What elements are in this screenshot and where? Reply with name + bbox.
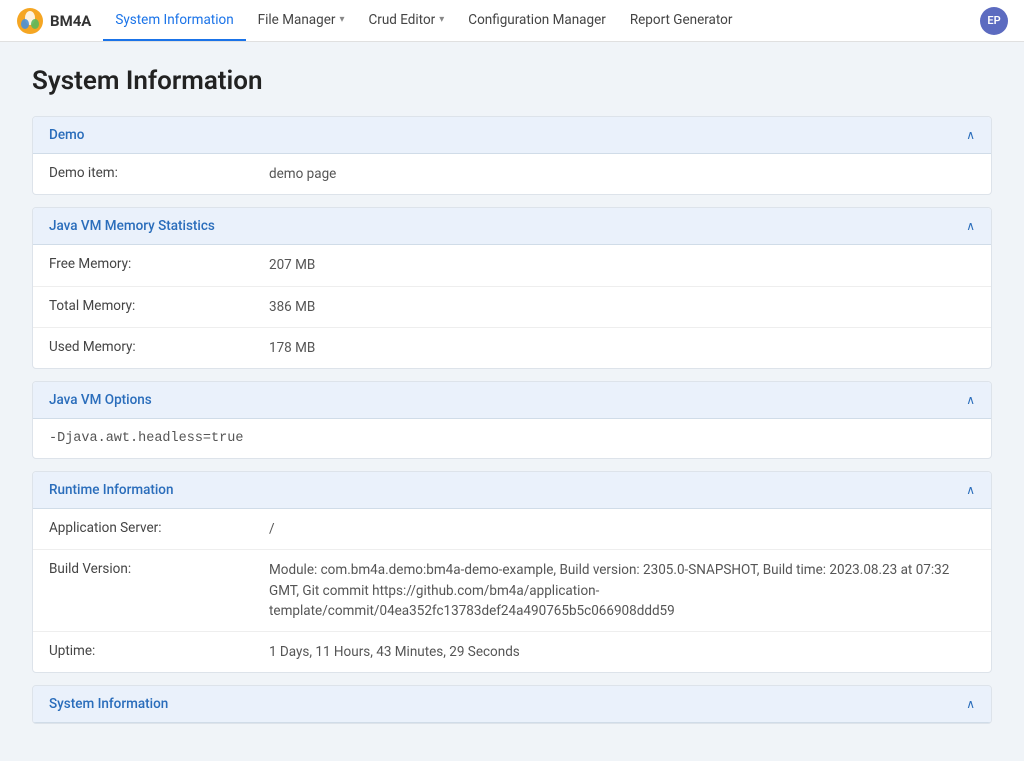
info-value-used-memory: 178 MB (269, 338, 975, 358)
info-row-build-version: Build Version: Module: com.bm4a.demo:bm4… (33, 550, 991, 632)
chevron-up-icon: ∧ (966, 697, 975, 711)
nav-item-crud-editor[interactable]: Crud Editor ▾ (356, 0, 456, 41)
section-header-jvm-memory[interactable]: Java VM Memory Statistics ∧ (33, 208, 991, 245)
info-label-uptime: Uptime: (49, 642, 269, 659)
section-jvm-memory: Java VM Memory Statistics ∧ Free Memory:… (32, 207, 992, 369)
info-row-app-server: Application Server: / (33, 509, 991, 550)
info-value-uptime: 1 Days, 11 Hours, 43 Minutes, 29 Seconds (269, 642, 975, 662)
logo-icon (16, 7, 44, 35)
section-demo: Demo ∧ Demo item: demo page (32, 116, 992, 195)
info-row-free-memory: Free Memory: 207 MB (33, 245, 991, 286)
section-title-demo: Demo (49, 127, 84, 143)
section-jvm-options: Java VM Options ∧ -Djava.awt.headless=tr… (32, 381, 992, 459)
avatar[interactable]: EP (980, 7, 1008, 35)
info-value-demo-item: demo page (269, 164, 975, 184)
info-label-free-memory: Free Memory: (49, 255, 269, 272)
info-label-used-memory: Used Memory: (49, 338, 269, 355)
section-header-system-info[interactable]: System Information ∧ (33, 686, 991, 723)
jvm-options-content: -Djava.awt.headless=true (33, 419, 991, 458)
chevron-up-icon: ∧ (966, 393, 975, 407)
nav-item-report-generator[interactable]: Report Generator (618, 0, 745, 41)
info-row-used-memory: Used Memory: 178 MB (33, 328, 991, 368)
nav-item-file-manager[interactable]: File Manager ▾ (246, 0, 357, 41)
chevron-up-icon: ∧ (966, 483, 975, 497)
section-title-jvm-memory: Java VM Memory Statistics (49, 218, 215, 234)
section-header-demo[interactable]: Demo ∧ (33, 117, 991, 154)
info-value-build-version: Module: com.bm4a.demo:bm4a-demo-example,… (269, 560, 975, 621)
info-label-total-memory: Total Memory: (49, 297, 269, 314)
info-label-build-version: Build Version: (49, 560, 269, 577)
info-label-app-server: Application Server: (49, 519, 269, 536)
section-body-demo: Demo item: demo page (33, 154, 991, 194)
info-row-demo-item: Demo item: demo page (33, 154, 991, 194)
section-body-jvm-options: -Djava.awt.headless=true (33, 419, 991, 458)
page-title: System Information (32, 66, 992, 96)
logo-text: BM4A (50, 12, 91, 30)
logo[interactable]: BM4A (16, 7, 91, 35)
nav-items: System Information File Manager ▾ Crud E… (103, 0, 980, 41)
chevron-up-icon: ∧ (966, 219, 975, 233)
section-title-jvm-options: Java VM Options (49, 392, 152, 408)
section-header-runtime[interactable]: Runtime Information ∧ (33, 472, 991, 509)
main-content: System Information Demo ∧ Demo item: dem… (0, 42, 1024, 760)
section-runtime: Runtime Information ∧ Application Server… (32, 471, 992, 673)
info-value-total-memory: 386 MB (269, 297, 975, 317)
chevron-down-icon: ▾ (439, 14, 444, 25)
section-body-runtime: Application Server: / Build Version: Mod… (33, 509, 991, 672)
section-title-system-info: System Information (49, 696, 168, 712)
info-row-uptime: Uptime: 1 Days, 11 Hours, 43 Minutes, 29… (33, 632, 991, 672)
section-body-jvm-memory: Free Memory: 207 MB Total Memory: 386 MB… (33, 245, 991, 368)
navbar: BM4A System Information File Manager ▾ C… (0, 0, 1024, 42)
section-header-jvm-options[interactable]: Java VM Options ∧ (33, 382, 991, 419)
info-value-app-server: / (269, 519, 975, 539)
section-title-runtime: Runtime Information (49, 482, 174, 498)
nav-item-configuration-manager[interactable]: Configuration Manager (456, 0, 618, 41)
section-system-info: System Information ∧ (32, 685, 992, 724)
nav-item-system-information[interactable]: System Information (103, 0, 245, 41)
chevron-up-icon: ∧ (966, 128, 975, 142)
info-value-free-memory: 207 MB (269, 255, 975, 275)
chevron-down-icon: ▾ (339, 14, 344, 25)
info-label-demo-item: Demo item: (49, 164, 269, 181)
info-row-total-memory: Total Memory: 386 MB (33, 287, 991, 328)
